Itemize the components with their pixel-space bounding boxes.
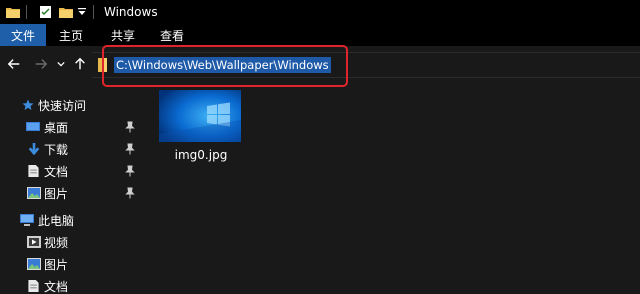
window-title: Windows [104, 5, 158, 19]
sidebar-item-documents[interactable]: 文档 [0, 275, 145, 294]
videos-icon [27, 236, 41, 248]
back-button[interactable] [6, 56, 22, 72]
sidebar-item-pictures[interactable]: 图片 [0, 253, 145, 275]
document-icon [28, 280, 39, 292]
recent-locations-button[interactable] [56, 56, 66, 72]
properties-icon[interactable] [39, 6, 53, 18]
forward-button[interactable] [33, 56, 49, 72]
desktop-icon [26, 122, 40, 131]
arrow-left-icon [7, 59, 20, 69]
pin-icon[interactable] [125, 121, 135, 133]
highlight-box [102, 45, 348, 87]
tab-share[interactable]: 共享 [96, 24, 150, 46]
computer-icon [20, 214, 34, 226]
image-thumbnail [159, 90, 241, 142]
tab-home[interactable]: 主页 [46, 24, 96, 46]
file-list: img0.jpg [145, 84, 640, 294]
up-button[interactable] [72, 56, 88, 72]
pictures-icon [27, 187, 41, 199]
navigation-pane: 快速访问 桌面 下载 文档 图片 此电脑 视频 图片 文档 [0, 84, 145, 294]
ribbon-tabs: 文件 主页 共享 查看 [0, 24, 640, 46]
title-bar: Windows [0, 0, 640, 24]
sidebar-item-quick-access[interactable]: 快速访问 [0, 94, 145, 116]
sidebar-item-videos[interactable]: 视频 [0, 231, 145, 253]
file-item[interactable]: img0.jpg [159, 90, 243, 162]
wallpaper-preview-icon [159, 90, 241, 142]
sidebar-item-label: 文档 [44, 164, 69, 179]
sidebar-item-label: 视频 [44, 235, 69, 250]
sidebar-item-documents[interactable]: 文档 [0, 160, 145, 182]
sidebar-item-label: 文档 [44, 279, 69, 294]
tab-file[interactable]: 文件 [0, 24, 46, 46]
sidebar-item-label: 桌面 [44, 120, 69, 135]
sidebar-item-label: 下载 [44, 142, 69, 157]
separator [26, 5, 27, 19]
arrow-up-icon [75, 57, 85, 70]
sidebar-item-this-pc[interactable]: 此电脑 [0, 209, 145, 231]
arrow-right-icon [35, 59, 48, 69]
sidebar-item-desktop[interactable]: 桌面 [0, 116, 145, 138]
sidebar-item-downloads[interactable]: 下载 [0, 138, 145, 160]
pin-icon[interactable] [125, 143, 135, 155]
chevron-down-icon [57, 61, 65, 67]
tab-view[interactable]: 查看 [150, 24, 194, 46]
pin-icon[interactable] [125, 165, 135, 177]
document-icon [28, 165, 39, 177]
file-name: img0.jpg [174, 148, 228, 162]
sidebar-item-label: 图片 [44, 257, 69, 272]
sidebar-item-pictures[interactable]: 图片 [0, 182, 145, 204]
chevron-down-icon[interactable] [77, 7, 87, 17]
download-icon [28, 143, 40, 155]
sidebar-item-label: 快速访问 [38, 98, 87, 113]
star-icon [22, 99, 34, 110]
separator [93, 5, 94, 19]
sidebar-item-label: 图片 [44, 186, 69, 201]
pictures-icon [27, 258, 41, 270]
new-folder-icon[interactable] [59, 6, 73, 18]
pin-icon[interactable] [125, 187, 135, 199]
sidebar-item-label: 此电脑 [38, 213, 75, 228]
folder-icon [6, 8, 20, 18]
